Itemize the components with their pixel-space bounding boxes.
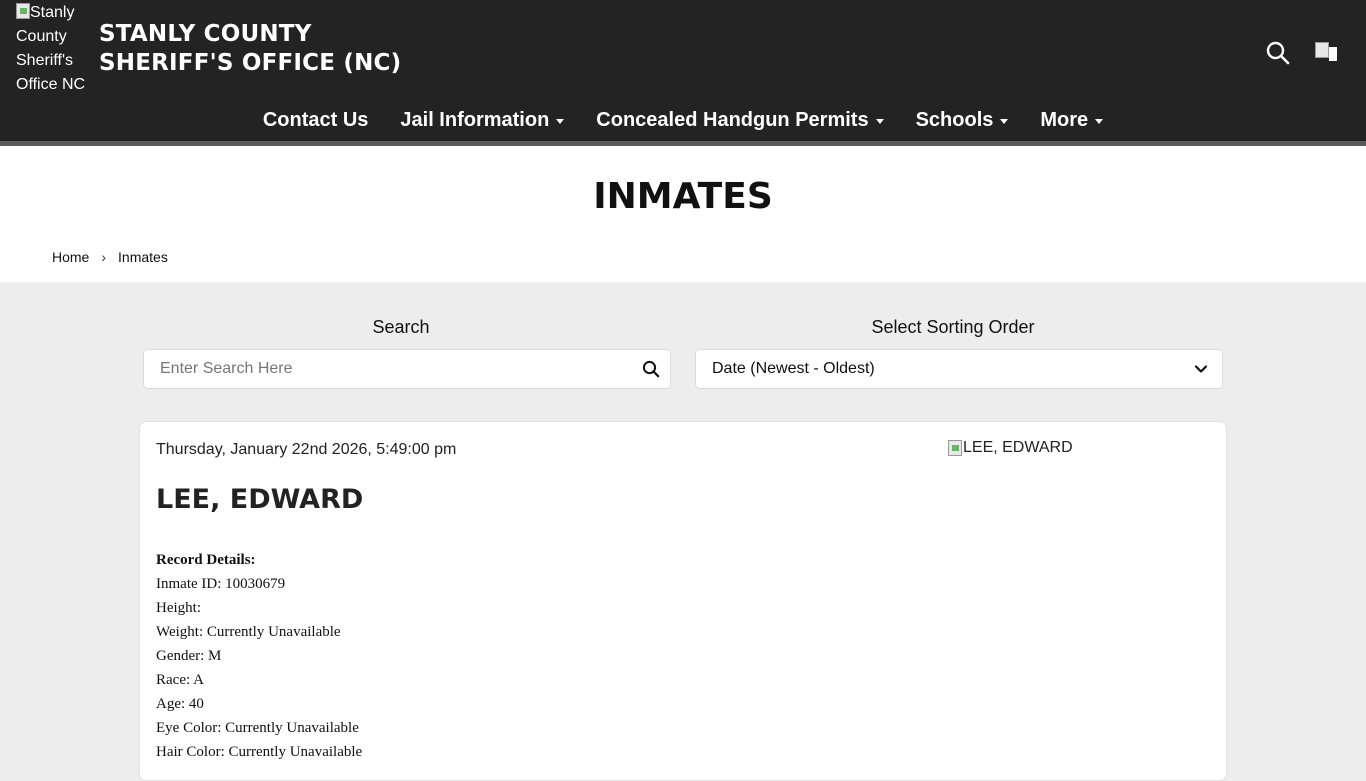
detail-inmate-id: Inmate ID: 10030679	[156, 576, 286, 592]
detail-age: Age: 40	[156, 696, 204, 712]
nav-item-more[interactable]: More	[1024, 100, 1119, 140]
caret-down-icon	[875, 118, 884, 124]
site-header: Stanly County Sheriff's Office NC STANLY…	[0, 0, 1366, 141]
search-icon	[1266, 41, 1290, 65]
inmate-photo: LEE, EDWARD	[948, 439, 1073, 457]
sort-label: Select Sorting Order	[871, 317, 1035, 337]
nav-item-contact-us[interactable]: Contact Us	[247, 100, 385, 140]
nav-item-label: Contact Us	[262, 108, 369, 131]
detail-height: Height:	[156, 600, 201, 616]
site-title-line1: STANLY COUNTY	[99, 21, 312, 47]
broken-image-icon	[16, 3, 30, 19]
inmate-name[interactable]: LEE, EDWARD	[156, 484, 363, 516]
nav-item-label: Concealed Handgun Permits	[596, 108, 869, 131]
nav-item-label: More	[1040, 108, 1089, 131]
search-field	[143, 349, 671, 389]
nav-item-schools[interactable]: Schools	[900, 100, 1025, 140]
site-title-line2: SHERIFF'S OFFICE (NC)	[99, 50, 402, 76]
sort-order-select[interactable]: Date (Newest - Oldest)	[695, 349, 1223, 389]
site-title[interactable]: STANLY COUNTY SHERIFF'S OFFICE (NC)	[99, 20, 401, 78]
flag-bar	[1329, 47, 1337, 61]
breadcrumb: Home › Inmates	[52, 249, 168, 265]
caret-down-icon	[556, 118, 565, 124]
detail-weight: Weight: Currently Unavailable	[156, 624, 341, 640]
site-logo[interactable]: Stanly County Sheriff's Office NC	[16, 1, 96, 97]
nav-item-label: Jail Information	[400, 108, 550, 131]
record-details: Record Details: Inmate ID: 10030679 Heig…	[156, 548, 362, 764]
breadcrumb-home-link[interactable]: Home	[52, 249, 89, 265]
caret-down-icon	[1095, 118, 1104, 124]
header-search-button[interactable]	[1265, 40, 1291, 66]
title-band: INMATES Home › Inmates	[0, 146, 1366, 282]
flag-icon	[1315, 42, 1329, 58]
chevron-down-icon	[1194, 365, 1208, 373]
breadcrumb-separator-icon: ›	[101, 249, 107, 265]
inmate-record-card: Thursday, January 22nd 2026, 5:49:00 pm …	[139, 421, 1227, 781]
main-nav: Contact Us Jail Information Concealed Ha…	[0, 100, 1366, 140]
record-date: Thursday, January 22nd 2026, 5:49:00 pm	[156, 441, 457, 458]
nav-item-concealed-handgun-permits[interactable]: Concealed Handgun Permits	[580, 100, 899, 140]
detail-hair-color: Hair Color: Currently Unavailable	[156, 744, 363, 760]
detail-race: Race: A	[156, 672, 204, 688]
sort-selected-value: Date (Newest - Oldest)	[712, 360, 875, 377]
search-submit-button[interactable]	[642, 360, 660, 378]
page-title: INMATES	[593, 176, 773, 217]
record-details-heading: Record Details:	[156, 552, 256, 568]
breadcrumb-current: Inmates	[118, 249, 168, 265]
broken-image-icon	[948, 440, 962, 456]
inmate-photo-alt-text: LEE, EDWARD	[963, 439, 1073, 456]
search-icon	[642, 360, 660, 378]
detail-eye-color: Eye Color: Currently Unavailable	[156, 720, 359, 736]
search-input[interactable]	[144, 350, 624, 388]
caret-down-icon	[1000, 118, 1009, 124]
search-label: Search	[372, 317, 430, 337]
detail-gender: Gender: M	[156, 648, 222, 664]
nav-item-jail-information[interactable]: Jail Information	[384, 100, 580, 140]
nav-item-label: Schools	[915, 108, 994, 131]
language-flag-button[interactable]	[1315, 42, 1337, 62]
